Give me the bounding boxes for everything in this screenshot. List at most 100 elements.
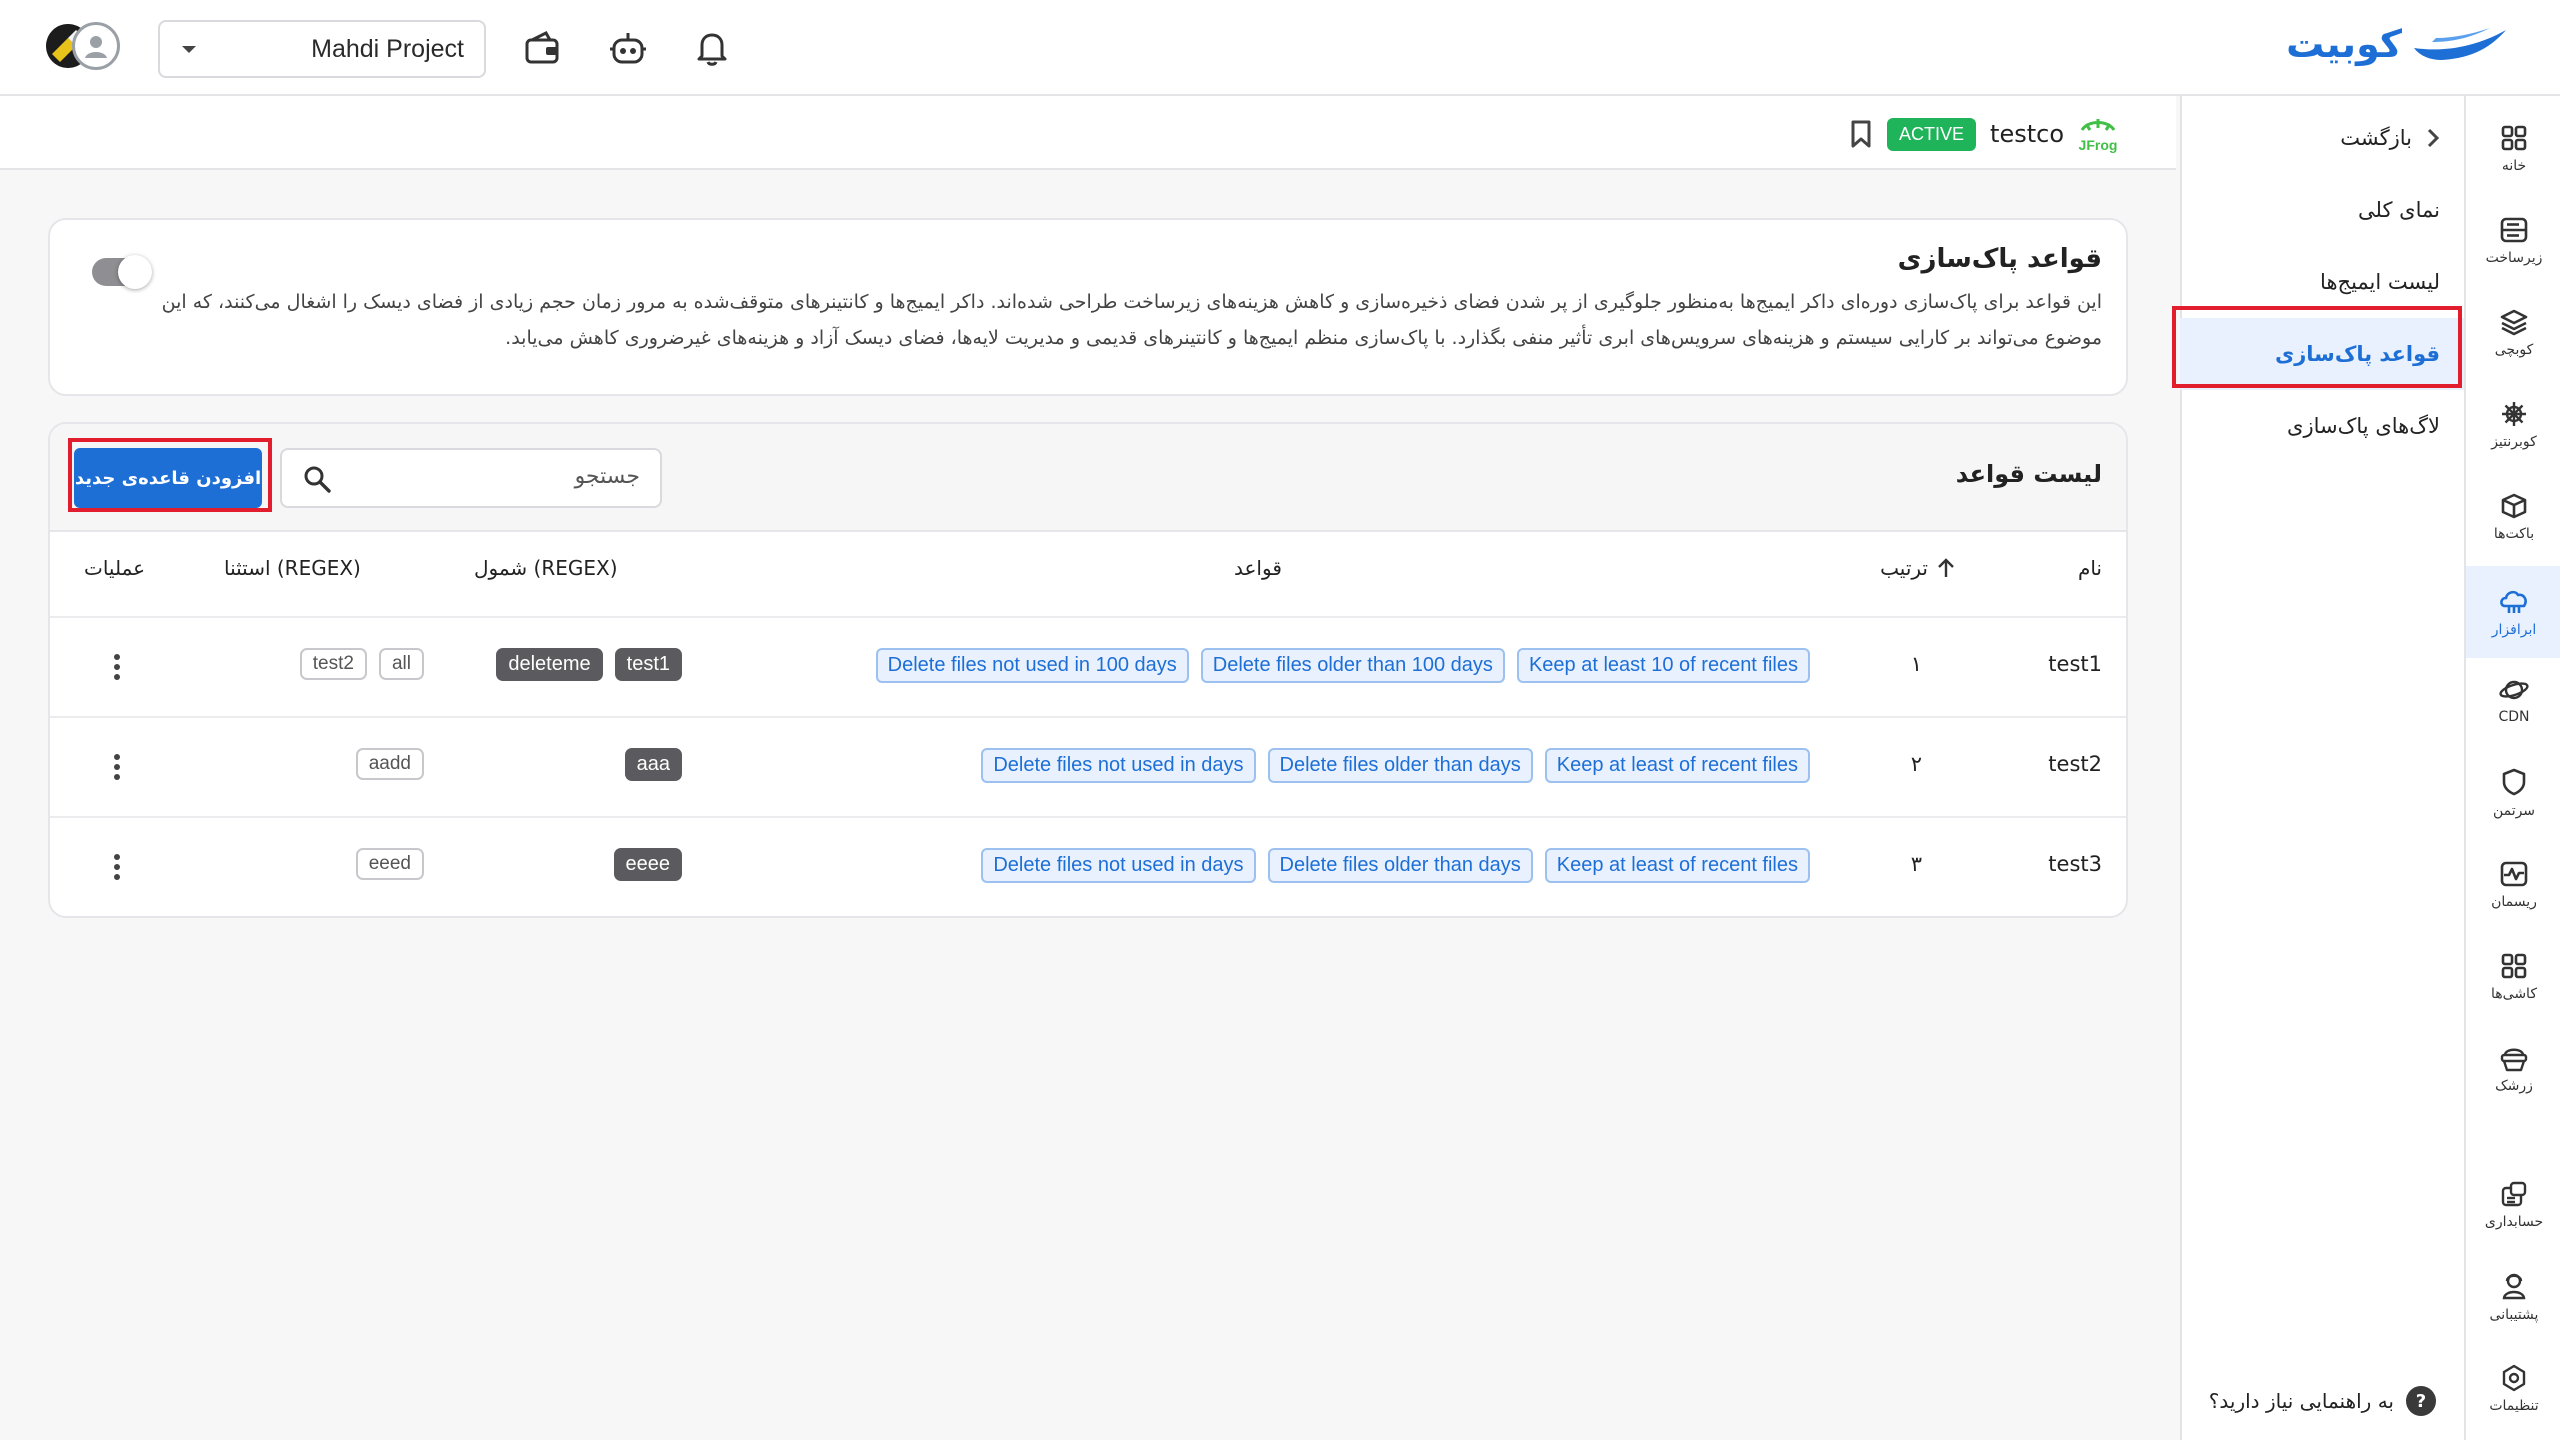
rail-label: خانه [2501, 158, 2527, 174]
rail-label: تنظیمات [2489, 1398, 2539, 1414]
subnav-cleanup-logs[interactable]: لاگ‌های پاک‌سازی [2180, 390, 2464, 462]
rule-chip: Delete files older than days [1267, 848, 1533, 883]
project-selector[interactable]: Mahdi Project [158, 20, 486, 78]
user-avatar[interactable] [72, 22, 120, 70]
rail-label: ابرافزار [2491, 622, 2537, 638]
back-link[interactable]: بازگشت [2180, 102, 2464, 174]
box-icon [2500, 492, 2528, 520]
rail-label: CDN [2498, 709, 2530, 725]
rail-cdn[interactable]: CDN [2466, 662, 2560, 740]
rule-conditions: Keep at least of recent files Delete fil… [981, 848, 1810, 883]
table-row[interactable]: test3 ۳ Keep at least of recent files De… [50, 816, 2126, 916]
rule-chip: Keep at least of recent files [1544, 748, 1810, 783]
search-icon [302, 464, 332, 494]
rail-tiles[interactable]: کاشی‌ها [2466, 938, 2560, 1016]
rail-kubchi[interactable]: کوبچی [2466, 294, 2560, 372]
page-title: قواعد پاک‌سازی [1897, 244, 2102, 274]
order-header-label: ترتیب [1880, 556, 1928, 580]
include-patterns: test1 deleteme [496, 648, 682, 681]
jfrog-logo: JFrog [2078, 114, 2118, 154]
exclude-chip: test2 [299, 648, 367, 680]
boat-logo-icon [2412, 24, 2508, 64]
include-chip: test1 [614, 648, 682, 681]
column-header-exclude: استثنا (REGEX) [224, 556, 361, 580]
brand-logo[interactable]: کوبیت [2286, 22, 2508, 66]
rail-kubernetes[interactable]: کوبرنتیز [2466, 386, 2560, 464]
robot-icon[interactable] [608, 28, 648, 68]
help-label: به راهنمایی نیاز دارید؟ [2208, 1389, 2394, 1413]
sort-arrow-up-icon [1936, 557, 1956, 579]
exclude-chip: all [378, 648, 424, 680]
rail-abrafzar[interactable]: ابرافزار [2466, 566, 2560, 658]
rule-order: ۲ [1910, 752, 1922, 776]
brand-name: کوبیت [2286, 22, 2402, 66]
add-rule-button[interactable]: افزودن قاعده‌ی جدید [74, 448, 262, 508]
rule-name: test2 [2048, 752, 2102, 776]
rule-chip: Keep at least 10 of recent files [1516, 648, 1810, 683]
repository-header: ACTIVE testco JFrog [0, 96, 2176, 170]
table-row[interactable]: test2 ۲ Keep at least of recent files De… [50, 716, 2126, 816]
status-badge: ACTIVE [1887, 117, 1977, 151]
rail-infrastructure[interactable]: زیرساخت [2466, 202, 2560, 280]
subnav-overview[interactable]: نمای کلی [2180, 174, 2464, 246]
rule-name: test1 [2048, 652, 2102, 676]
main-nav-rail: خانه زیرساخت کوبچی کوبرنتیز باکت‌ها ابرا… [2464, 96, 2560, 1440]
rules-list-card: لیست قواعد جستجو افزودن قاعده‌ی جدید نام… [48, 422, 2128, 918]
rail-label: ریسمان [2491, 894, 2537, 910]
exclude-chip: eeed [355, 848, 424, 880]
rail-home[interactable]: خانه [2466, 110, 2560, 188]
cloud-icon [2497, 586, 2531, 616]
rule-chip: Keep at least of recent files [1544, 848, 1810, 883]
bell-icon[interactable] [692, 28, 732, 68]
rail-label: کوبچی [2494, 342, 2534, 358]
cleanup-toggle[interactable] [92, 255, 152, 289]
row-actions-kebab-icon[interactable] [108, 752, 126, 782]
rail-label: زیرساخت [2485, 250, 2543, 266]
rail-zereshk[interactable]: زرشک [2466, 1030, 2560, 1108]
exclude-patterns: all test2 [299, 648, 424, 680]
column-header-actions: عملیات [84, 556, 146, 580]
bookmark-icon[interactable] [1849, 119, 1873, 149]
subnav-image-list[interactable]: لیست ایمیج‌ها [2180, 246, 2464, 318]
rail-risman[interactable]: ریسمان [2466, 846, 2560, 924]
cleanup-rules-info-card: قواعد پاک‌سازی این قواعد برای پاک‌سازی د… [48, 218, 2128, 396]
rail-label: باکت‌ها [2493, 526, 2535, 542]
rule-name: test3 [2048, 852, 2102, 876]
rail-label: کوبرنتیز [2491, 434, 2537, 450]
include-patterns: aaa [624, 748, 682, 781]
help-link[interactable]: به راهنمایی نیاز دارید؟ ? [2209, 1386, 2436, 1416]
rail-sartman[interactable]: سرتمن [2466, 754, 2560, 832]
top-header: Mahdi Project کوبیت [0, 0, 2560, 96]
rule-chip: Delete files not used in days [981, 848, 1256, 883]
subnav-cleanup-rules[interactable]: قواعد پاک‌سازی [2180, 318, 2464, 390]
row-actions-kebab-icon[interactable] [108, 652, 126, 682]
question-icon: ? [2406, 1386, 2436, 1416]
column-header-order[interactable]: ترتیب [1880, 556, 1956, 580]
support-icon [2500, 1271, 2528, 1301]
account-avatars[interactable] [46, 22, 124, 72]
search-placeholder: جستجو [574, 464, 640, 489]
helm-icon [2500, 400, 2528, 428]
include-patterns: eeee [613, 848, 682, 881]
wallet-icon[interactable] [522, 28, 562, 68]
rail-buckets[interactable]: باکت‌ها [2466, 478, 2560, 556]
rule-order: ۳ [1910, 852, 1922, 876]
rule-chip: Delete files not used in 100 days [875, 648, 1189, 683]
exclude-patterns: aadd [355, 748, 424, 780]
shield-icon [2501, 767, 2527, 797]
search-input[interactable]: جستجو [280, 448, 662, 508]
rule-chip: Delete files not used in days [981, 748, 1256, 783]
rail-accounting[interactable]: حسابداری [2466, 1166, 2560, 1244]
accounting-icon [2499, 1180, 2529, 1208]
rail-settings[interactable]: تنظیمات [2466, 1350, 2560, 1428]
row-actions-kebab-icon[interactable] [108, 852, 126, 882]
rail-label: پشتیبانی [2489, 1307, 2539, 1323]
grid-icon [2500, 124, 2528, 152]
column-header-rules: قواعد [1234, 556, 1282, 580]
layers-icon [2499, 308, 2529, 336]
rule-chip: Delete files older than days [1267, 748, 1533, 783]
rail-support[interactable]: پشتیبانی [2466, 1258, 2560, 1336]
include-chip: deleteme [496, 648, 603, 681]
table-row[interactable]: test1 ۱ Keep at least 10 of recent files… [50, 616, 2126, 716]
svg-text:JFrog: JFrog [2079, 137, 2118, 153]
